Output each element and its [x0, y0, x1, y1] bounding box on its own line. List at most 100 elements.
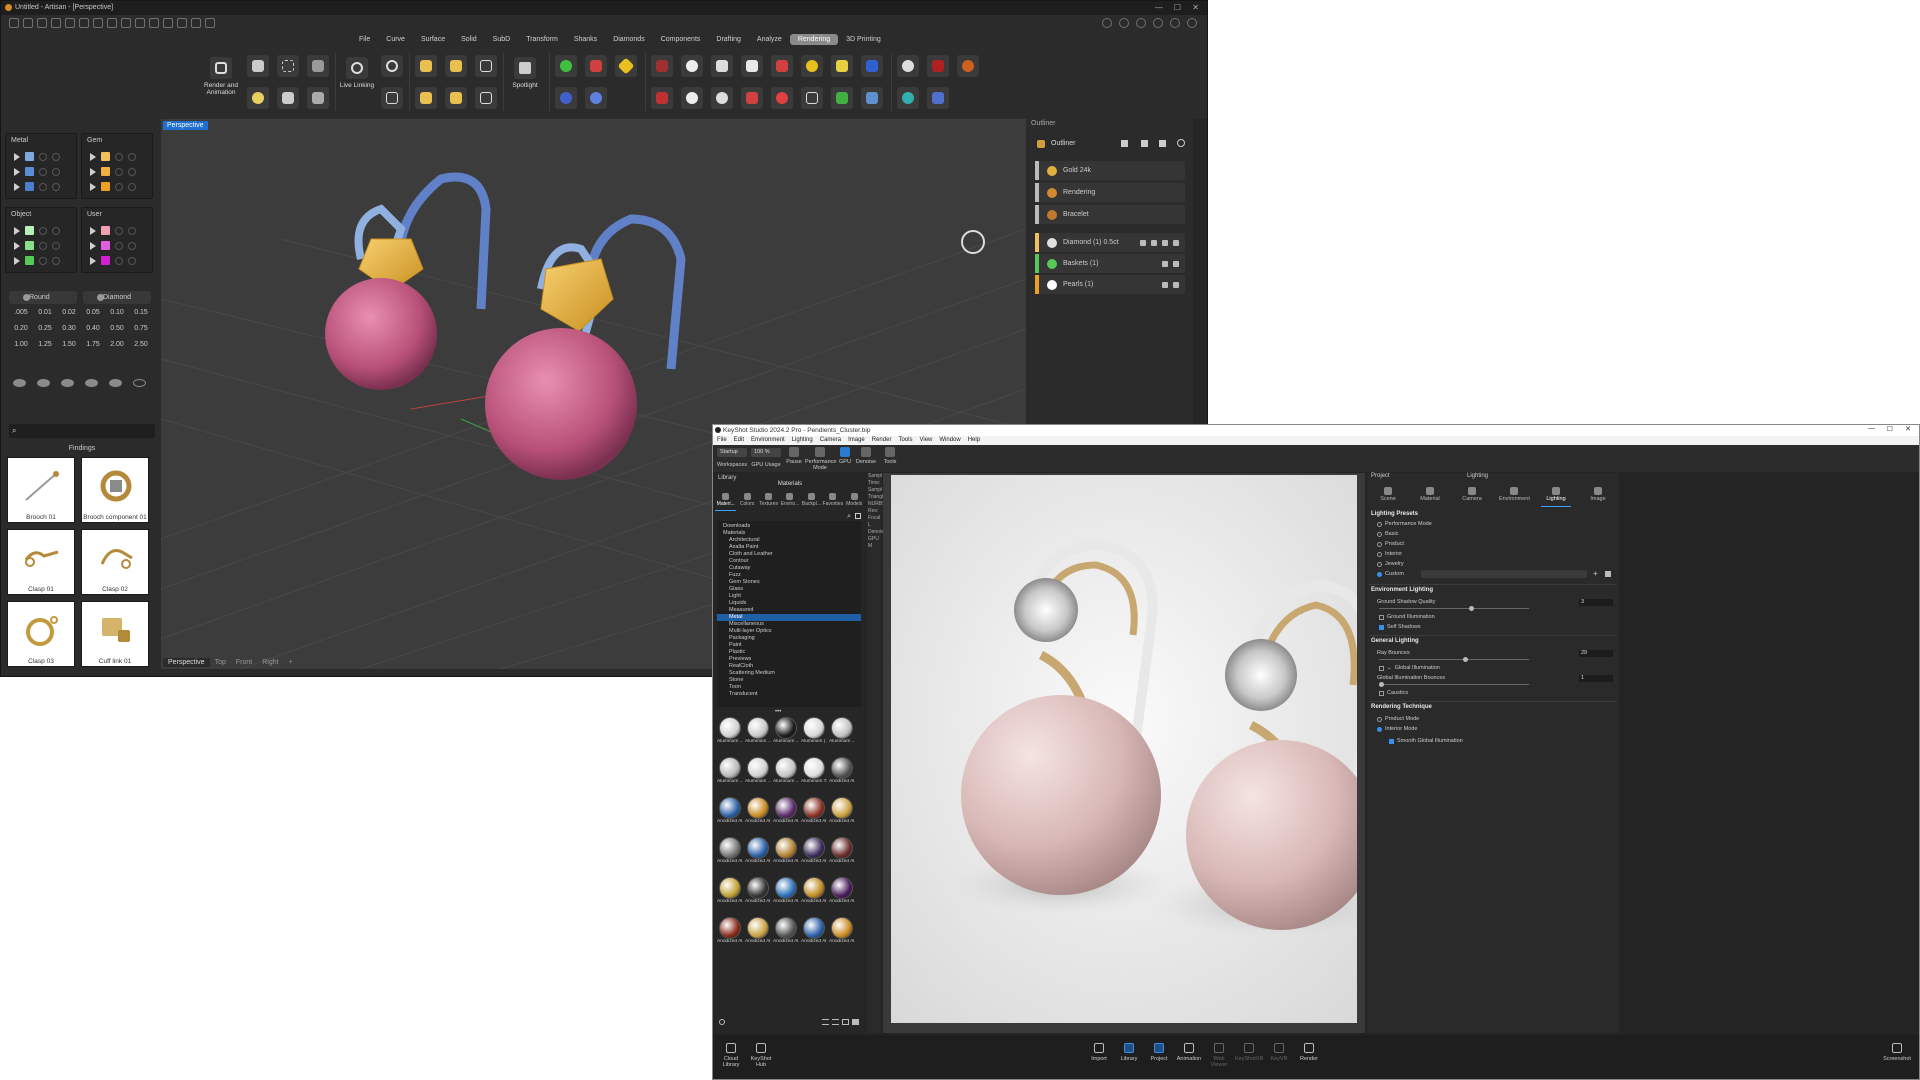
snapshot-icon[interactable] — [381, 87, 403, 109]
ray-bounces-slider[interactable] — [1379, 657, 1529, 662]
plugin-icon[interactable] — [177, 18, 187, 28]
keyvr-button[interactable]: KeyVR — [1265, 1043, 1293, 1062]
lock-icon[interactable] — [115, 167, 123, 176]
tab-camera[interactable]: Camera — [1457, 485, 1487, 507]
tab-backplates[interactable]: Backpl... — [801, 491, 822, 511]
view-tab-right[interactable]: Right — [257, 658, 283, 667]
play-icon[interactable] — [14, 152, 20, 161]
tab-surface[interactable]: Surface — [413, 34, 453, 45]
tree-item[interactable]: Materials — [717, 530, 861, 537]
edit-icon[interactable] — [1162, 281, 1168, 288]
lock-icon[interactable] — [39, 256, 47, 265]
eye-icon[interactable] — [128, 241, 136, 250]
user-layer-row[interactable] — [90, 256, 136, 265]
object-layer-row[interactable] — [14, 256, 60, 265]
tab-components[interactable]: Components — [653, 34, 709, 45]
add-preset-icon[interactable]: + — [1593, 569, 1598, 578]
tab-materials[interactable]: Materi... — [715, 491, 737, 511]
performance-mode-button[interactable]: Performance Mode — [805, 447, 837, 471]
lock-icon[interactable] — [39, 182, 47, 191]
close-icon[interactable]: ✕ — [1192, 3, 1199, 12]
play-icon[interactable] — [90, 226, 96, 235]
library-button[interactable]: Library — [1115, 1043, 1143, 1062]
tree-item[interactable]: Stone — [717, 677, 861, 684]
round-shape-button[interactable]: Round — [9, 291, 77, 304]
tree-item[interactable]: Architectural — [717, 537, 861, 544]
tree-item[interactable]: Translucent — [717, 691, 861, 698]
tree-item[interactable]: Previews — [717, 656, 861, 663]
material-thumbnail[interactable]: Aluminum ... — [745, 755, 771, 787]
large-grid-icon[interactable] — [852, 1019, 859, 1025]
menu-camera[interactable]: Camera — [820, 436, 841, 445]
size-button[interactable]: 0.20 — [9, 325, 33, 332]
tree-item[interactable]: Light — [717, 593, 861, 600]
tab-lighting[interactable]: Lighting — [1541, 485, 1571, 507]
self-shadows-checkbox[interactable]: Self Shadows — [1379, 624, 1421, 630]
ground-illumination-checkbox[interactable]: Ground Illumination — [1379, 614, 1435, 620]
tree-item[interactable]: Measured — [717, 607, 861, 614]
tree-item[interactable]: Fuzz — [717, 572, 861, 579]
keyshot-hub-button[interactable]: KeyShot Hub — [747, 1043, 775, 1068]
size-button[interactable]: 0.40 — [81, 325, 105, 332]
eye-icon[interactable] — [128, 256, 136, 265]
size-button[interactable]: 0.05 — [81, 309, 105, 316]
material-thumbnail[interactable]: Anodized Al... — [801, 795, 827, 827]
user-layer-row[interactable] — [90, 241, 136, 250]
cube-multi-icon[interactable] — [831, 55, 853, 77]
play-icon[interactable] — [14, 167, 20, 176]
pen-icon[interactable] — [1121, 140, 1128, 147]
material-thumbnail[interactable]: Anodized Al... — [745, 875, 771, 907]
material-thumbnail[interactable]: Anodized Al... — [829, 915, 855, 947]
eye-icon[interactable] — [52, 182, 60, 191]
tab-material[interactable]: Material — [1415, 485, 1445, 507]
material-thumbnail[interactable]: Aluminum (... — [801, 715, 827, 747]
cut-icon[interactable] — [149, 18, 159, 28]
gi-bounces-slider[interactable] — [1379, 682, 1529, 687]
slider-knob[interactable] — [1379, 682, 1384, 687]
spin-icon[interactable] — [711, 87, 733, 109]
snap-icon[interactable] — [191, 18, 201, 28]
play-icon[interactable] — [90, 256, 96, 265]
cube-red-icon[interactable] — [651, 55, 673, 77]
palette-icon[interactable] — [585, 87, 607, 109]
size-button[interactable]: 2.50 — [129, 341, 153, 348]
size-button[interactable]: .005 — [9, 309, 33, 316]
outliner-material-row[interactable]: Gold 24k — [1035, 161, 1185, 180]
view-icon[interactable] — [1136, 18, 1146, 28]
preset-product[interactable]: Product — [1377, 541, 1404, 547]
save-as-icon[interactable] — [107, 18, 117, 28]
redo-icon[interactable] — [65, 18, 75, 28]
size-button[interactable]: 1.75 — [81, 341, 105, 348]
visibility-icon[interactable] — [1173, 281, 1179, 288]
object-color-2[interactable] — [25, 241, 34, 250]
select-icon[interactable] — [277, 55, 299, 77]
animation-button[interactable]: Animation — [1175, 1043, 1203, 1062]
cube-color-icon[interactable] — [831, 87, 853, 109]
tab-analyze[interactable]: Analyze — [749, 34, 790, 45]
list-view-icon[interactable] — [822, 1019, 829, 1025]
blue-paint-icon[interactable] — [555, 87, 577, 109]
user-layer-row[interactable] — [90, 226, 136, 235]
link-icon[interactable] — [711, 55, 733, 77]
viewport-label[interactable]: Perspective — [163, 121, 208, 130]
tree-item[interactable]: Contour — [717, 558, 861, 565]
options-icon[interactable] — [1140, 239, 1146, 246]
menu-tools[interactable]: Tools — [898, 436, 912, 445]
refresh-icon[interactable] — [719, 1019, 725, 1025]
save-icon[interactable] — [93, 18, 103, 28]
size-button[interactable]: 0.02 — [57, 309, 81, 316]
gpu-toggle[interactable]: GPU — [837, 447, 853, 465]
tree-item[interactable]: Downloads — [717, 523, 861, 530]
star-red-icon[interactable] — [771, 55, 793, 77]
material-thumbnail[interactable]: Aluminum ... — [745, 715, 771, 747]
tree-item[interactable]: Packaging — [717, 635, 861, 642]
play-icon[interactable] — [90, 241, 96, 250]
document-icon[interactable] — [475, 55, 497, 77]
import-button[interactable]: Import — [1085, 1043, 1113, 1062]
material-thumbnail[interactable]: Anodized Al... — [829, 875, 855, 907]
layers-icon[interactable] — [135, 18, 145, 28]
eye-icon[interactable] — [128, 182, 136, 191]
outliner-material-row[interactable]: Rendering — [1035, 183, 1185, 202]
view-tab-top[interactable]: Top — [210, 658, 231, 667]
tools-button[interactable]: Tools — [881, 447, 899, 465]
